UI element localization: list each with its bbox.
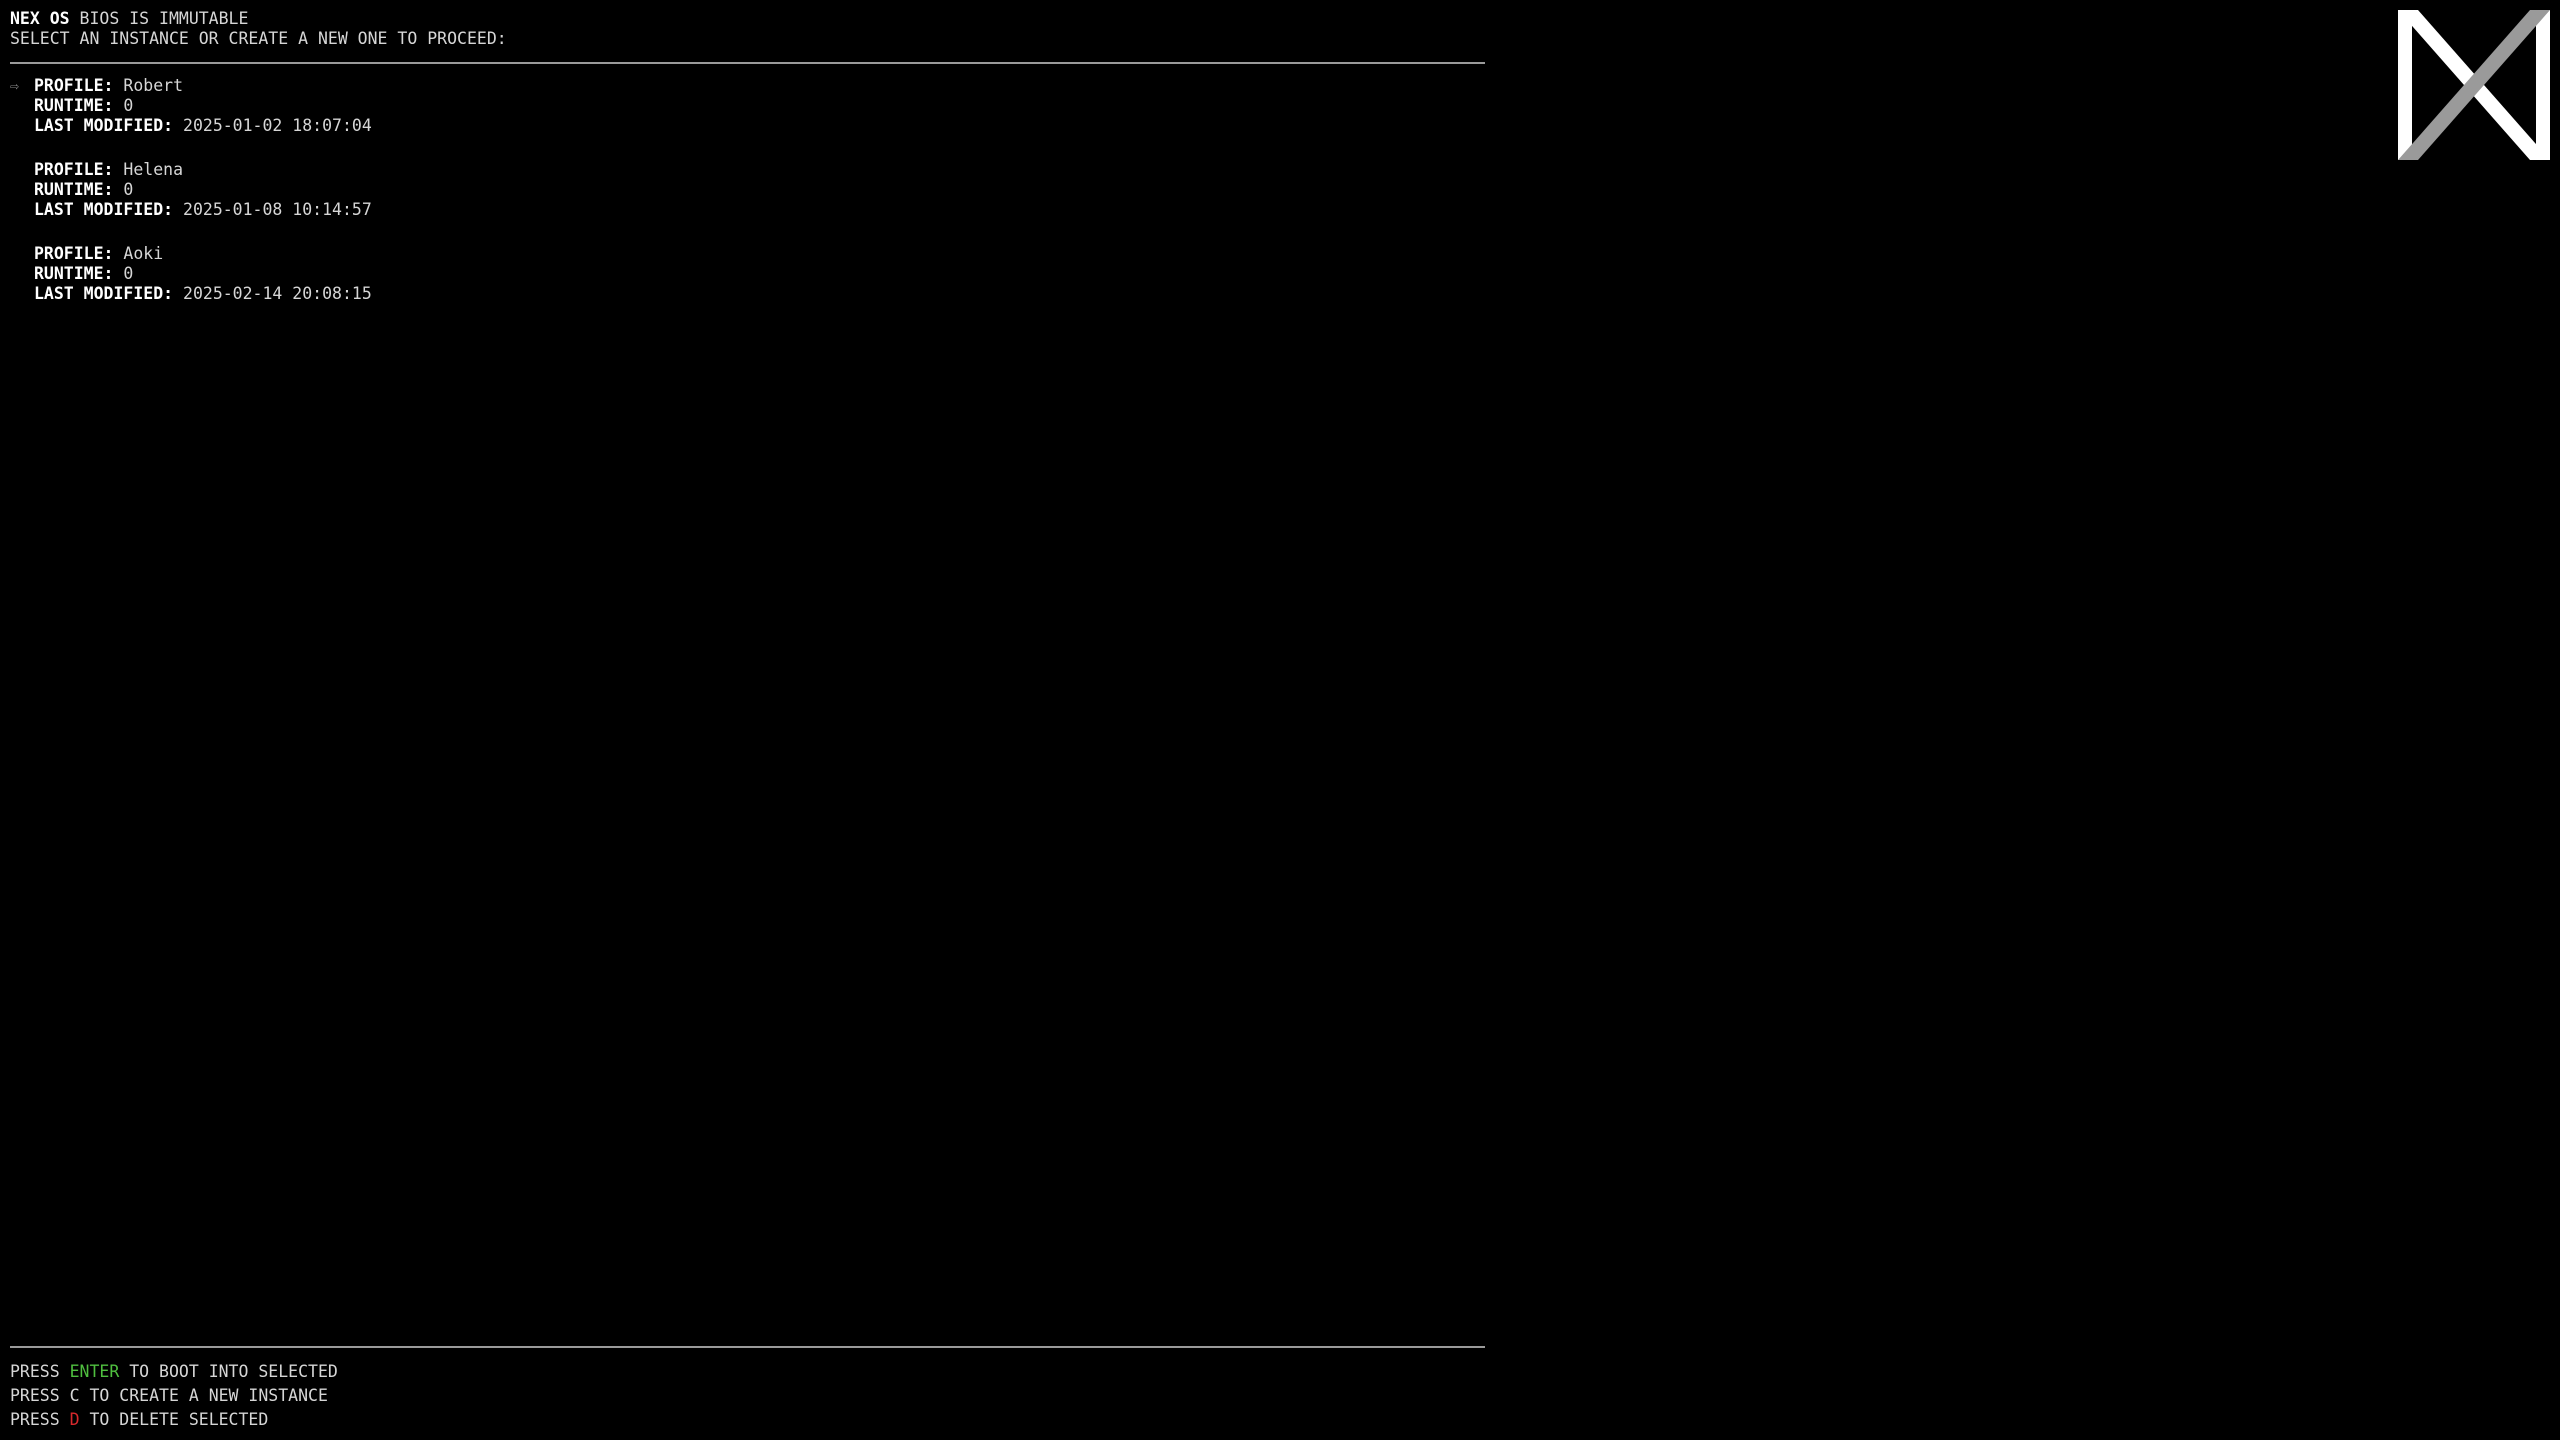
profile-label: PROFILE: xyxy=(34,160,114,179)
bottom-divider xyxy=(10,1346,1485,1348)
d-key[interactable]: D xyxy=(70,1410,80,1429)
delete-hint-text: TO DELETE SELECTED xyxy=(89,1410,269,1429)
profile-entry-helena[interactable]: PROFILE: Helena RUNTIME: 0 LAST MODIFIED… xyxy=(10,160,372,220)
runtime-label: RUNTIME: xyxy=(34,96,114,115)
profile-list: ⇨ PROFILE: Robert RUNTIME: 0 LAST MODIFI… xyxy=(10,76,372,328)
last-modified-value: 2025-01-02 18:07:04 xyxy=(183,116,372,135)
enter-key[interactable]: ENTER xyxy=(70,1362,120,1381)
runtime-value: 0 xyxy=(123,180,134,199)
runtime-value: 0 xyxy=(123,96,134,115)
runtime-label: RUNTIME: xyxy=(34,264,114,283)
delete-hint-prefix: PRESS xyxy=(10,1410,60,1429)
last-modified-label: LAST MODIFIED: xyxy=(34,116,174,135)
profile-label: PROFILE: xyxy=(34,76,114,95)
delete-hint: PRESS D TO DELETE SELECTED xyxy=(10,1408,338,1432)
create-hint: PRESS C TO CREATE A NEW INSTANCE xyxy=(10,1384,338,1408)
boot-hint-text: TO BOOT INTO SELECTED xyxy=(129,1362,338,1381)
profile-label: PROFILE: xyxy=(34,244,114,263)
create-hint-prefix: PRESS xyxy=(10,1386,60,1405)
brand-name: NEX OS xyxy=(10,9,70,28)
bios-notice: BIOS IS IMMUTABLE xyxy=(79,9,249,28)
boot-hint-prefix: PRESS xyxy=(10,1362,60,1381)
create-hint-text: TO CREATE A NEW INSTANCE xyxy=(89,1386,328,1405)
key-hints: PRESS ENTER TO BOOT INTO SELECTED PRESS … xyxy=(10,1360,338,1432)
profile-entry-robert[interactable]: ⇨ PROFILE: Robert RUNTIME: 0 LAST MODIFI… xyxy=(10,76,372,136)
profile-entry-aoki[interactable]: PROFILE: Aoki RUNTIME: 0 LAST MODIFIED: … xyxy=(10,244,372,304)
runtime-value: 0 xyxy=(123,264,134,283)
top-divider xyxy=(10,62,1485,64)
last-modified-value: 2025-02-14 20:08:15 xyxy=(183,284,372,303)
last-modified-label: LAST MODIFIED: xyxy=(34,284,174,303)
runtime-label: RUNTIME: xyxy=(34,180,114,199)
last-modified-label: LAST MODIFIED: xyxy=(34,200,174,219)
header-title-line: NEX OS BIOS IS IMMUTABLE xyxy=(10,9,507,29)
selection-cursor-icon: ⇨ xyxy=(10,77,20,95)
nex-logo-icon xyxy=(2398,10,2550,160)
last-modified-value: 2025-01-08 10:14:57 xyxy=(183,200,372,219)
header-instruction: SELECT AN INSTANCE OR CREATE A NEW ONE T… xyxy=(10,29,507,48)
profile-name: Helena xyxy=(123,160,184,179)
profile-name: Robert xyxy=(123,76,184,95)
profile-name: Aoki xyxy=(123,244,164,263)
c-key[interactable]: C xyxy=(70,1386,80,1405)
bios-header: NEX OS BIOS IS IMMUTABLE SELECT AN INSTA… xyxy=(10,9,507,49)
boot-hint: PRESS ENTER TO BOOT INTO SELECTED xyxy=(10,1360,338,1384)
